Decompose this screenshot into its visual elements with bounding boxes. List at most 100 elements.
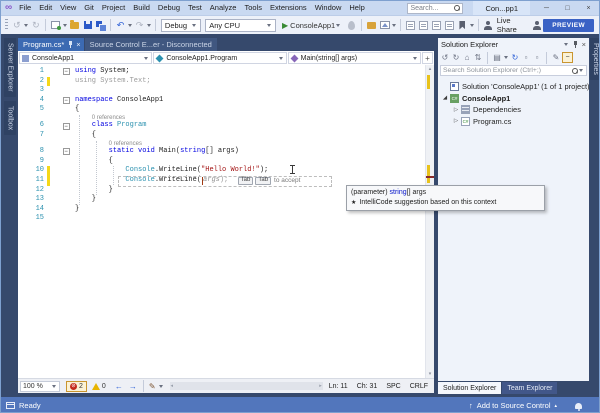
- feedback-button[interactable]: [531, 18, 542, 32]
- scroll-right-icon[interactable]: ▸: [319, 382, 322, 390]
- search-options-icon[interactable]: [579, 69, 583, 72]
- save-all-button[interactable]: [95, 18, 106, 32]
- document-tab[interactable]: Program.cs* ×: [18, 38, 84, 51]
- fold-collapse-button[interactable]: −: [63, 68, 70, 75]
- member-dropdown[interactable]: Main(string[] args): [288, 52, 421, 64]
- navigate-back-dropdown-icon[interactable]: [24, 24, 28, 27]
- code-cleanup-icon[interactable]: ✎: [149, 382, 156, 391]
- solution-explorer-titlebar[interactable]: Solution Explorer ×: [438, 38, 589, 51]
- solution-platform-dropdown[interactable]: Any CPU: [205, 19, 276, 32]
- collapse-all-button[interactable]: −: [562, 52, 573, 63]
- code-line[interactable]: 2using System.Text;: [18, 77, 425, 87]
- menu-item[interactable]: Build: [129, 1, 154, 15]
- find-dropdown-icon[interactable]: [392, 24, 396, 27]
- outdent-button[interactable]: [418, 18, 429, 32]
- pin-icon[interactable]: [573, 41, 578, 48]
- menu-item[interactable]: View: [56, 1, 80, 15]
- save-button[interactable]: [82, 18, 93, 32]
- split-window-button[interactable]: +: [422, 52, 433, 64]
- back-icon[interactable]: ↺: [440, 52, 450, 64]
- bookmark-button[interactable]: [457, 18, 468, 32]
- start-debugging-button[interactable]: ▶ ConsoleApp1: [280, 21, 343, 30]
- find-in-files-button[interactable]: [379, 18, 390, 32]
- new-project-dropdown-icon[interactable]: [63, 24, 67, 27]
- pending-changes-filter-icon[interactable]: ▤: [492, 52, 502, 64]
- navigate-back-icon[interactable]: ↺: [11, 18, 22, 32]
- warning-count-badge[interactable]: 0: [92, 383, 106, 390]
- tool-window-tab[interactable]: Toolbox: [4, 101, 16, 135]
- uncomment-button[interactable]: [444, 18, 455, 32]
- filter-dropdown-icon[interactable]: [504, 56, 508, 59]
- menu-item[interactable]: Debug: [154, 1, 184, 15]
- zoom-dropdown[interactable]: 100 %: [20, 381, 60, 392]
- code-line[interactable]: 4−namespace ConsoleApp1: [18, 96, 425, 106]
- menu-item[interactable]: Analyze: [206, 1, 241, 15]
- menu-item[interactable]: Edit: [35, 1, 56, 15]
- tree-item-dependencies[interactable]: ▷Dependencies: [438, 104, 589, 116]
- fold-collapse-button[interactable]: −: [63, 123, 70, 130]
- fold-collapse-button[interactable]: −: [63, 148, 70, 155]
- code-line[interactable]: 1−using System;: [18, 67, 425, 77]
- nest-files-icon[interactable]: ▫: [521, 52, 531, 64]
- menu-item[interactable]: Test: [184, 1, 206, 15]
- project-dropdown[interactable]: ConsoleApp1: [19, 52, 152, 64]
- forward-icon[interactable]: ↻: [451, 52, 461, 64]
- document-tab[interactable]: Source Control E...er - Disconnected ×: [85, 38, 217, 51]
- spaces-indicator[interactable]: SPC: [386, 383, 400, 390]
- window-position-dropdown-icon[interactable]: [564, 43, 568, 46]
- code-line[interactable]: 3: [18, 86, 425, 96]
- indent-button[interactable]: [405, 18, 416, 32]
- close-button[interactable]: ×: [578, 1, 599, 15]
- open-file-button[interactable]: [69, 18, 80, 32]
- line-indicator[interactable]: Ln: 11: [329, 383, 348, 390]
- new-project-button[interactable]: [50, 18, 61, 32]
- navigate-forward-icon[interactable]: ↻: [30, 18, 41, 32]
- maximize-button[interactable]: □: [557, 1, 578, 15]
- column-indicator[interactable]: Ch: 31: [357, 383, 378, 390]
- editor-horizontal-scrollbar[interactable]: ◂ ▸: [170, 382, 323, 390]
- undo-button[interactable]: ↶: [115, 18, 126, 32]
- redo-button[interactable]: ↷: [134, 18, 145, 32]
- preview-button[interactable]: PREVIEW: [543, 19, 594, 32]
- undo-dropdown-icon[interactable]: [128, 24, 132, 27]
- fold-collapse-button[interactable]: −: [63, 97, 70, 104]
- preview-selected-icon[interactable]: ▫: [532, 52, 542, 64]
- menu-item[interactable]: Git: [80, 1, 98, 15]
- menu-item[interactable]: Extensions: [266, 1, 311, 15]
- solution-search-input[interactable]: Search Solution Explorer (Ctrl+;): [440, 65, 587, 76]
- properties-wrench-icon[interactable]: ✎: [551, 52, 561, 64]
- code-line[interactable]: 5{: [18, 105, 425, 115]
- expander-icon[interactable]: ▷: [452, 118, 460, 124]
- expander-icon[interactable]: ◢: [441, 95, 449, 101]
- menu-item[interactable]: Window: [311, 1, 346, 15]
- menu-item[interactable]: Tools: [240, 1, 266, 15]
- tree-item-solution-consoleapp1-1-of-1-project[interactable]: Solution 'ConsoleApp1' (1 of 1 project): [438, 81, 589, 93]
- error-count-badge[interactable]: ⊘ 2: [66, 381, 87, 392]
- search-input[interactable]: Search...: [407, 3, 463, 14]
- hot-reload-button[interactable]: [346, 18, 357, 32]
- tree-item-program-cs[interactable]: ▷C#Program.cs: [438, 116, 589, 128]
- notifications-bell-icon[interactable]: [575, 403, 582, 409]
- close-panel-icon[interactable]: ×: [582, 40, 586, 49]
- tool-window-tab[interactable]: Server Explorer: [4, 38, 16, 97]
- menu-item[interactable]: File: [15, 1, 35, 15]
- minimize-button[interactable]: ─: [536, 1, 557, 15]
- toolbar-grip[interactable]: [5, 19, 8, 31]
- tool-window-tab[interactable]: Properties: [590, 38, 600, 80]
- live-share-button[interactable]: [483, 18, 494, 32]
- panel-tab[interactable]: Solution Explorer: [438, 382, 501, 394]
- scroll-down-icon[interactable]: ▾: [426, 370, 434, 378]
- pin-icon[interactable]: [68, 41, 73, 48]
- line-ending-indicator[interactable]: CRLF: [410, 383, 428, 390]
- refresh-icon[interactable]: ↻: [510, 52, 520, 64]
- switch-views-icon[interactable]: ⇅: [473, 52, 483, 64]
- expander-icon[interactable]: ▷: [452, 107, 460, 113]
- code-line[interactable]: 15: [18, 214, 425, 224]
- source-control-group[interactable]: ↑ Add to Source Control ▴: [469, 401, 582, 410]
- menu-item[interactable]: Project: [98, 1, 129, 15]
- editor-vertical-scrollbar[interactable]: ▴ ▾: [425, 65, 434, 378]
- scroll-left-icon[interactable]: ◂: [171, 382, 174, 390]
- add-item-button[interactable]: [366, 18, 377, 32]
- navigate-forward-icon[interactable]: →: [129, 382, 137, 391]
- bookmark-dropdown-icon[interactable]: [470, 24, 474, 27]
